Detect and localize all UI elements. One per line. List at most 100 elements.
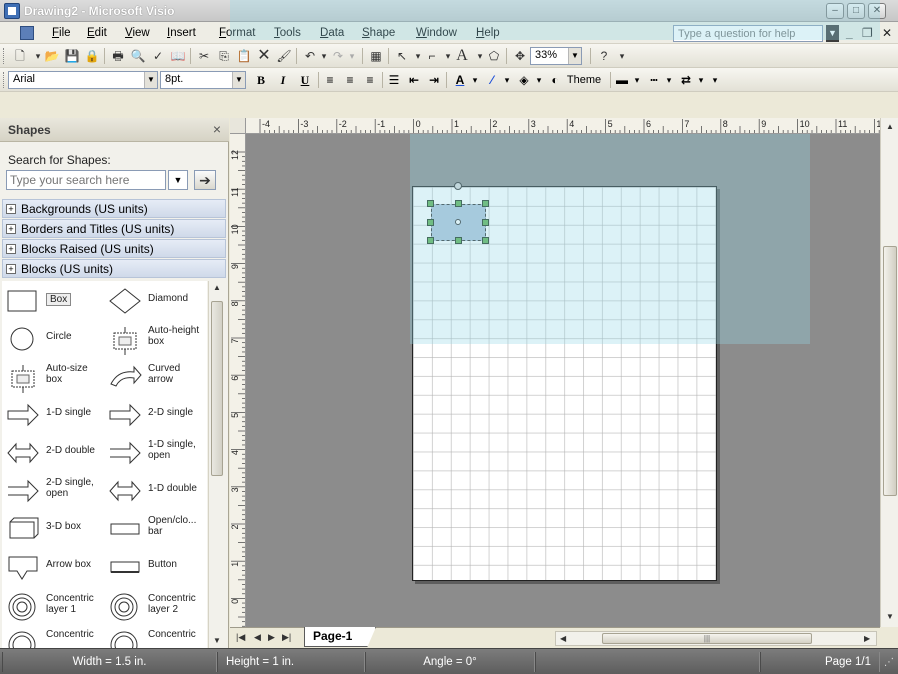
line-weight-icon[interactable]: ▬ <box>614 72 630 88</box>
scroll-left-icon[interactable]: ◀ <box>560 634 566 643</box>
vertical-scrollbar[interactable]: ▲ ▼ <box>880 118 898 627</box>
minimize-button[interactable]: – <box>826 3 844 19</box>
permission-icon[interactable]: 🔒 <box>84 48 100 64</box>
master-1d-single[interactable]: 1-D single <box>2 399 102 437</box>
resize-handle-tl[interactable] <box>427 200 434 207</box>
menu-data[interactable]: Data <box>320 27 344 39</box>
drawing-page[interactable] <box>412 182 717 581</box>
help-dropdown-arrow[interactable]: ▼ <box>826 25 839 42</box>
resize-handle-bl[interactable] <box>427 237 434 244</box>
master-2d-single-open[interactable]: 2-D single, open <box>2 475 102 513</box>
font-size-dropdown-icon[interactable]: ▼ <box>232 72 245 88</box>
font-dropdown-icon[interactable]: ▼ <box>144 72 157 88</box>
resize-handle-b[interactable] <box>455 237 462 244</box>
horizontal-scrollbar[interactable]: ◀ ||| ▶ <box>555 631 877 646</box>
master-3d-box[interactable]: 3-D box <box>2 513 102 551</box>
close-window-button[interactable]: ✕ <box>868 3 886 19</box>
fill-color-dropdown-icon[interactable]: ▾ <box>534 72 544 88</box>
stencil-backgrounds[interactable]: + Backgrounds (US units) <box>2 199 226 218</box>
fill-color-icon[interactable]: ◈ <box>516 72 532 88</box>
doc-restore-button[interactable]: ❐ <box>862 26 873 40</box>
shapes-window-icon[interactable]: ▦ <box>368 48 384 64</box>
line-color-icon[interactable]: ⁄ <box>484 72 500 88</box>
master-arrow-box[interactable]: Arrow box <box>2 551 102 589</box>
vertical-scroll-thumb[interactable] <box>883 246 897 496</box>
copy-icon[interactable]: ⎘ <box>216 48 232 64</box>
resize-handle-r[interactable] <box>482 219 489 226</box>
master-box[interactable]: Box <box>2 285 102 323</box>
first-page-icon[interactable]: |◀ <box>236 632 245 643</box>
next-page-icon[interactable]: ▶ <box>268 632 275 643</box>
search-dropdown-icon[interactable]: ▼ <box>168 170 188 190</box>
scroll-down-icon[interactable]: ▼ <box>213 636 221 645</box>
increase-indent-icon[interactable]: ⇥ <box>426 72 442 88</box>
tab-page-1[interactable]: Page-1 <box>304 627 376 647</box>
line-pattern-icon[interactable]: ┅ <box>646 72 662 88</box>
menu-tools[interactable]: Tools <box>274 27 301 39</box>
stencil-scroll-thumb[interactable] <box>211 301 223 476</box>
cut-icon[interactable]: ✂ <box>196 48 212 64</box>
stencil-blocks[interactable]: + Blocks (US units) <box>2 259 226 278</box>
font-color-icon[interactable]: A <box>452 72 468 88</box>
new-icon[interactable]: 🗋 <box>12 48 28 64</box>
save-icon[interactable]: 💾 <box>64 48 80 64</box>
bullets-icon[interactable]: ☰ <box>386 72 402 88</box>
last-page-icon[interactable]: ▶| <box>282 632 291 643</box>
theme-button[interactable]: Theme <box>564 72 604 88</box>
shape-search-input[interactable] <box>6 170 166 190</box>
bold-icon[interactable]: B <box>254 72 268 88</box>
resize-handle-t[interactable] <box>455 200 462 207</box>
maximize-button[interactable]: □ <box>847 3 865 19</box>
spelling-icon[interactable]: ✓ <box>150 48 166 64</box>
line-ends-icon[interactable]: ⇄ <box>678 72 694 88</box>
prev-page-icon[interactable]: ◀ <box>254 632 261 643</box>
theme-icon[interactable]: ◐ <box>548 72 562 88</box>
master-curved-arrow[interactable]: Curved arrow <box>104 361 204 399</box>
master-circle[interactable]: Circle <box>2 323 102 361</box>
line-color-dropdown-icon[interactable]: ▾ <box>502 72 512 88</box>
pointer-tool-icon[interactable]: ↖ <box>394 48 410 64</box>
font-color-dropdown-icon[interactable]: ▾ <box>470 72 480 88</box>
master-concentric-layer-2[interactable]: Concentric layer 2 <box>104 589 204 627</box>
delete-icon[interactable]: ✕ <box>256 48 272 64</box>
zoom-combo[interactable]: 33% ▼ <box>530 47 582 65</box>
master-2d-single[interactable]: 2-D single <box>104 399 204 437</box>
visio-app-icon[interactable] <box>4 3 20 19</box>
underline-icon[interactable]: U <box>298 72 312 88</box>
help-question-input[interactable] <box>673 25 823 42</box>
resize-handle-l[interactable] <box>427 219 434 226</box>
scroll-up-icon[interactable]: ▲ <box>886 122 894 131</box>
menu-window[interactable]: Window <box>416 27 457 39</box>
format-painter-icon[interactable]: 🖌 <box>276 48 292 64</box>
menu-file[interactable]: File <box>52 27 71 39</box>
toolbar-options-icon[interactable]: ▾ <box>710 72 720 88</box>
toolbar-grip[interactable] <box>3 48 6 64</box>
redo-dropdown-icon[interactable]: ▾ <box>344 48 360 64</box>
drawing-canvas[interactable] <box>246 134 880 627</box>
zoom-dropdown-icon[interactable]: ▼ <box>568 48 581 64</box>
research-icon[interactable]: 📖 <box>170 48 186 64</box>
align-center-icon[interactable]: ≡ <box>342 72 358 88</box>
master-concentric-layer-1[interactable]: Concentric layer 1 <box>2 589 102 627</box>
master-1d-single-open[interactable]: 1-D single, open <box>104 437 204 475</box>
scroll-down-icon[interactable]: ▼ <box>886 612 894 621</box>
menu-format[interactable]: Format <box>219 27 255 39</box>
doc-close-button[interactable]: ✕ <box>882 26 892 40</box>
master-1d-double[interactable]: 1-D double <box>104 475 204 513</box>
resize-handle-br[interactable] <box>482 237 489 244</box>
menu-help[interactable]: Help <box>476 27 500 39</box>
line-weight-dropdown-icon[interactable]: ▾ <box>632 72 642 88</box>
help-icon[interactable]: ? <box>596 48 612 64</box>
master-auto-height-box[interactable]: Auto-height box <box>104 323 204 361</box>
print-preview-icon[interactable]: 🔍 <box>130 48 146 64</box>
pan-zoom-icon[interactable]: ✥ <box>512 48 528 64</box>
master-auto-size-box[interactable]: Auto-size box <box>2 361 102 399</box>
pin-handle[interactable] <box>455 219 461 225</box>
doc-minimize-button[interactable]: _ <box>846 26 853 40</box>
rotation-handle[interactable] <box>454 182 462 190</box>
toolbar-grip[interactable] <box>3 72 6 88</box>
connector-tool-icon[interactable]: ⌐ <box>424 48 440 64</box>
ruler-corner[interactable] <box>230 118 246 134</box>
master-diamond[interactable]: Diamond <box>104 285 204 323</box>
resize-handle-tr[interactable] <box>482 200 489 207</box>
